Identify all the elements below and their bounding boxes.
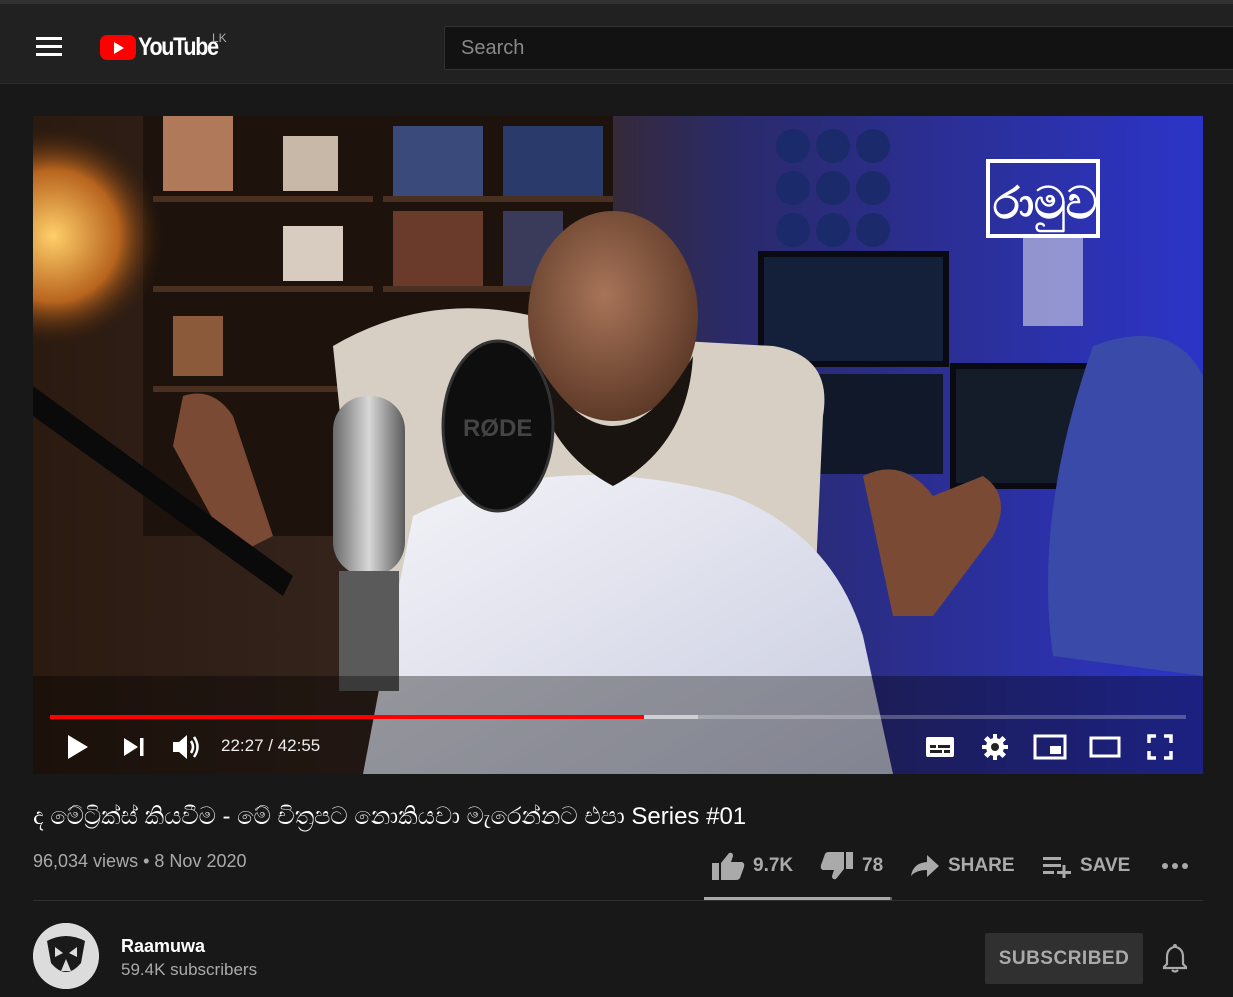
play-button[interactable] — [63, 731, 93, 763]
subscriber-count: 59.4K subscribers — [121, 960, 258, 979]
subtitles-icon — [926, 737, 954, 757]
volume-button[interactable] — [169, 731, 205, 763]
notification-bell-button[interactable] — [1161, 943, 1189, 978]
dislike-count: 78 — [862, 855, 884, 876]
meta-separator: • — [143, 851, 150, 871]
more-actions-button[interactable] — [1161, 848, 1189, 884]
mic-brand-text: RØDE — [463, 415, 532, 442]
video-meta: 96,034 views • 8 Nov 2020 — [33, 851, 247, 872]
masthead: YouTube LK — [0, 0, 1233, 84]
fullscreen-icon — [1147, 734, 1173, 760]
progress-bar[interactable] — [50, 715, 1186, 719]
time-display: 22:27 / 42:55 — [221, 736, 321, 755]
channel-logo-icon — [33, 923, 99, 989]
fullscreen-button[interactable] — [1143, 731, 1177, 763]
next-button[interactable] — [119, 731, 149, 763]
played-bar — [50, 715, 645, 719]
subscribed-button[interactable]: SUBSCRIBED — [985, 933, 1143, 984]
search-box[interactable] — [444, 26, 1233, 70]
theater-mode-icon — [1089, 736, 1121, 758]
video-player[interactable]: RØDE රාමුව 22:27 / 42:55 — [33, 116, 1203, 774]
share-label: SHARE — [948, 855, 1015, 876]
subtitles-button[interactable] — [923, 731, 957, 763]
dislike-button[interactable]: 78 — [820, 848, 883, 884]
gear-icon — [982, 734, 1008, 760]
divider — [33, 900, 1203, 901]
search-input[interactable] — [445, 27, 1233, 69]
upload-date: 8 Nov 2020 — [154, 851, 247, 871]
save-label: SAVE — [1080, 855, 1131, 876]
miniplayer-button[interactable] — [1032, 731, 1068, 763]
view-count: 96,034 views — [33, 851, 139, 871]
settings-button[interactable] — [978, 731, 1012, 763]
play-icon — [68, 735, 88, 759]
like-count: 9.7K — [753, 855, 794, 876]
share-button[interactable]: SHARE — [910, 848, 1015, 884]
thumbs-up-icon — [712, 852, 745, 880]
video-title: ද මේට්‍රික්ස් කියවීම - මේ චිත්‍රපට නොකිය… — [33, 803, 747, 830]
video-frame: RØDE රාමුව — [33, 116, 1203, 774]
add-to-playlist-icon — [1043, 857, 1071, 878]
channel-name[interactable]: Raamuwa — [121, 936, 205, 957]
overlay-logo-text: රාමුව — [993, 178, 1097, 233]
theater-mode-button[interactable] — [1087, 731, 1123, 763]
next-icon — [124, 738, 144, 756]
bell-icon — [1162, 943, 1188, 973]
volume-icon — [173, 735, 199, 759]
guide-menu-icon[interactable] — [36, 37, 62, 57]
more-horizontal-icon — [1162, 863, 1188, 869]
miniplayer-icon — [1033, 734, 1067, 760]
channel-avatar[interactable] — [33, 923, 99, 989]
youtube-play-icon — [100, 35, 136, 60]
country-code: LK — [212, 31, 227, 45]
like-button[interactable]: 9.7K — [711, 848, 793, 884]
logo-text: YouTube — [138, 33, 219, 61]
thumbs-down-icon — [820, 852, 853, 880]
save-button[interactable]: SAVE — [1042, 848, 1130, 884]
share-icon — [911, 855, 939, 877]
